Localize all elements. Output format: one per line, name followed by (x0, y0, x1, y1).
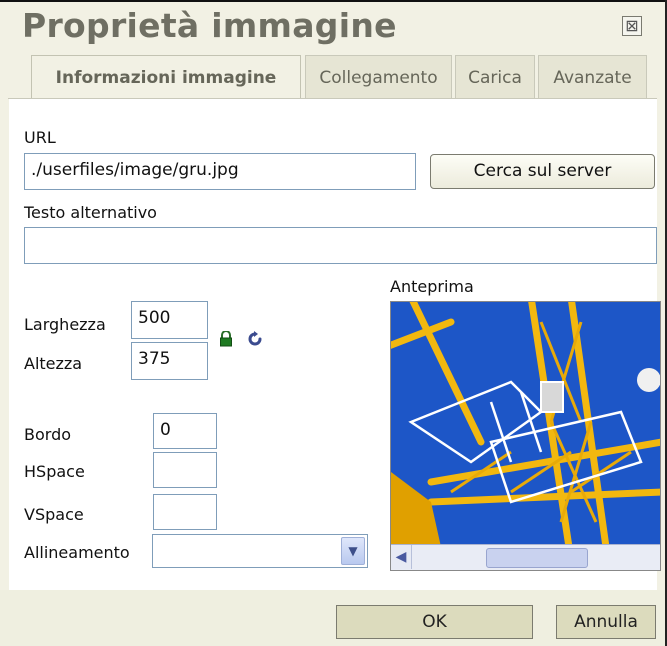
height-input[interactable]: 375 (131, 342, 208, 380)
tab-advanced[interactable]: Avanzate (538, 55, 647, 99)
tab-link[interactable]: Collegamento (305, 55, 452, 99)
scroll-left-icon[interactable]: ◀ (391, 545, 412, 569)
alt-text-input[interactable] (24, 227, 657, 264)
url-input[interactable]: ./userfiles/image/gru.jpg (24, 153, 416, 190)
preview-label: Anteprima (390, 277, 474, 296)
width-label: Larghezza (24, 315, 106, 334)
preview-scrollbar[interactable]: ◀ (391, 544, 660, 570)
alignment-select[interactable]: ▼ (152, 534, 368, 568)
alignment-label: Allineamento (24, 543, 130, 562)
close-icon[interactable]: ⊠ (622, 16, 642, 36)
vspace-label: VSpace (24, 505, 84, 524)
dialog-title: Proprietà immagine (22, 6, 397, 45)
url-label: URL (24, 128, 56, 147)
tab-upload[interactable]: Carica (455, 55, 535, 99)
image-properties-dialog: Proprietà immagine ⊠ Informazioni immagi… (0, 0, 667, 646)
ok-button[interactable]: OK (336, 605, 533, 639)
hspace-label: HSpace (24, 462, 85, 481)
height-label: Altezza (24, 354, 83, 373)
chevron-down-icon[interactable]: ▼ (341, 537, 365, 565)
vspace-input[interactable] (153, 494, 217, 530)
crane-image (391, 302, 660, 551)
image-preview: ◀ (390, 301, 661, 571)
scroll-thumb[interactable] (486, 548, 588, 568)
cancel-button[interactable]: Annulla (556, 605, 656, 639)
border-input[interactable]: 0 (153, 413, 217, 449)
alt-text-label: Testo alternativo (24, 203, 157, 222)
top-border (0, 0, 667, 2)
reset-size-icon[interactable] (246, 330, 264, 348)
border-label: Bordo (24, 425, 72, 444)
hspace-input[interactable] (153, 452, 217, 488)
tab-image-info[interactable]: Informazioni immagine (31, 55, 301, 101)
lock-icon[interactable] (219, 331, 233, 347)
width-input[interactable]: 500 (131, 301, 208, 339)
browse-server-button[interactable]: Cerca sul server (430, 154, 655, 189)
